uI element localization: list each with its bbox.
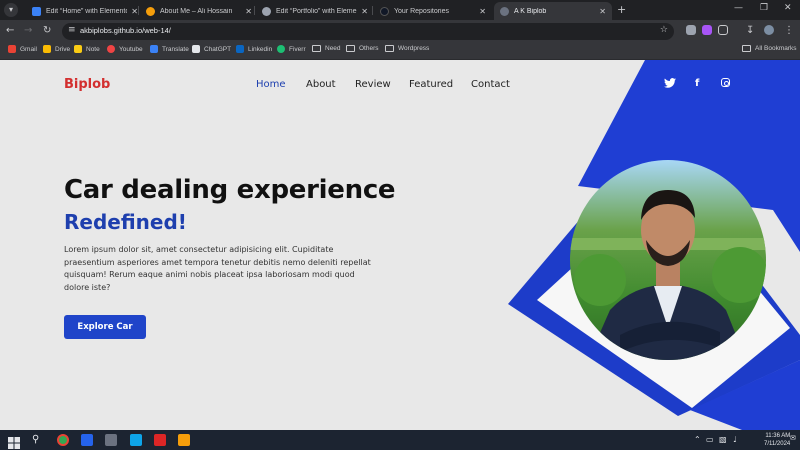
chatgpt-icon [192, 45, 200, 53]
tab-strip: ▾ Edit “Home” with Elementor ✕ About Me … [0, 0, 800, 20]
clock-time: 11:36 AM [765, 433, 791, 439]
new-tab-button[interactable]: + [617, 3, 626, 16]
back-arrow-icon[interactable]: ← [6, 25, 14, 37]
globe-icon [262, 6, 271, 16]
hero-description: Lorem ipsum dolor sit, amet consectetur … [64, 245, 371, 292]
folder-icon [385, 45, 394, 52]
bookmark-gmail[interactable]: Gmail [8, 45, 37, 53]
close-icon[interactable]: ✕ [245, 7, 252, 16]
drive-icon [43, 45, 51, 53]
site-info-icon[interactable]: ≡ [68, 25, 76, 35]
bookmark-note[interactable]: Note [74, 45, 100, 53]
restore-icon[interactable]: ❐ [760, 3, 768, 13]
minimize-icon[interactable]: — [734, 3, 743, 13]
bookmarks-bar: Gmail Drive Note Youtube Translate ChatG… [0, 42, 800, 60]
instagram-icon[interactable] [721, 78, 730, 90]
wordpress-icon [32, 6, 41, 16]
network-icon[interactable]: ▧ [719, 435, 727, 444]
clock-date: 7/11/2024 [764, 441, 791, 447]
extensions-puzzle-icon[interactable] [718, 25, 728, 35]
nav-home[interactable]: Home [256, 79, 286, 90]
menu-dots-icon[interactable]: ⋮ [784, 25, 794, 37]
bookmark-youtube[interactable]: Youtube [107, 45, 143, 53]
tab-edit-home[interactable]: Edit “Home” with Elementor ✕ [26, 2, 144, 20]
close-icon[interactable]: ✕ [479, 7, 486, 16]
search-icon[interactable]: ⚲ [32, 434, 44, 446]
folder-icon [346, 45, 355, 52]
site-logo[interactable]: Biplob [64, 77, 110, 92]
tab-your-repositories[interactable]: Your Repositories ✕ [374, 2, 492, 20]
notification-icon[interactable]: ✉ [790, 434, 796, 442]
tab-search-button[interactable]: ▾ [4, 3, 18, 17]
all-bookmarks[interactable]: All Bookmarks [742, 45, 797, 52]
profile-photo [570, 160, 766, 360]
hero-subtitle: Redefined! [64, 210, 187, 234]
folder-icon [312, 45, 321, 52]
display-icon[interactable]: ▭ [706, 435, 714, 444]
note-icon [74, 45, 82, 53]
bookmark-star-icon[interactable]: ☆ [660, 25, 668, 35]
nav-contact[interactable]: Contact [471, 79, 510, 90]
bookmark-folder-wordpress[interactable]: Wordpress [385, 45, 429, 52]
app-icon[interactable] [130, 434, 142, 446]
nav-review[interactable]: Review [355, 79, 391, 90]
app-icon[interactable] [105, 434, 117, 446]
facebook-icon[interactable]: f [695, 78, 699, 89]
bookmark-folder-others[interactable]: Others [346, 45, 379, 52]
extension-icon[interactable] [702, 25, 712, 35]
extension-icon[interactable] [686, 25, 696, 35]
site-icon [500, 6, 509, 16]
hero-title: Car dealing experience [64, 175, 396, 205]
tab-title: Edit “Home” with Elementor [46, 7, 128, 15]
close-icon[interactable]: ✕ [599, 7, 606, 16]
browser-toolbar: ← → ↻ ≡ akbiplobs.github.io/web-14/ ☆ ↧ … [0, 20, 800, 42]
bookmark-folder-need[interactable]: Need [312, 45, 341, 52]
tab-edit-portfolio[interactable]: Edit “Portfolio” with Elementor ✕ [256, 2, 374, 20]
tab-about-me[interactable]: About Me – Ali Hossain ✕ [140, 2, 258, 20]
tab-title: Your Repositories [394, 7, 449, 15]
tab-ak-biplob[interactable]: A K Biplob ✕ [494, 2, 612, 20]
download-icon[interactable]: ↧ [746, 25, 754, 37]
url-text[interactable]: akbiplobs.github.io/web-14/ [80, 26, 171, 35]
tab-title: About Me – Ali Hossain [160, 7, 233, 15]
close-icon[interactable]: ✕ [361, 7, 368, 16]
bookmark-translate[interactable]: Translate [150, 45, 189, 53]
nav-about[interactable]: About [306, 79, 336, 90]
outlook-icon[interactable] [81, 434, 93, 446]
bookmark-linkedin[interactable]: Linkedin [236, 45, 272, 53]
windows-start-icon[interactable] [8, 434, 20, 449]
bookmark-fiverr[interactable]: Fiverr [277, 45, 306, 53]
profile-avatar[interactable] [764, 25, 774, 35]
address-bar[interactable]: ≡ akbiplobs.github.io/web-14/ ☆ [62, 23, 674, 40]
tab-title: Edit “Portfolio” with Elementor [276, 7, 357, 15]
folder-icon [742, 45, 751, 52]
taskbar-clock[interactable]: 11:36 AM 7/11/2024 [764, 432, 790, 448]
twitter-icon[interactable] [664, 78, 676, 91]
reload-icon[interactable]: ↻ [43, 25, 51, 37]
site-icon [146, 6, 155, 16]
bookmark-chatgpt[interactable]: ChatGPT [192, 45, 231, 53]
nav-featured[interactable]: Featured [409, 79, 453, 90]
explore-car-button[interactable]: Explore Car [64, 315, 146, 339]
volume-icon[interactable]: ♩ [733, 435, 737, 444]
youtube-icon [107, 45, 115, 53]
page-viewport: Biplob Home About Review Featured Contac… [0, 60, 800, 430]
tab-title: A K Biplob [514, 7, 547, 15]
linkedin-icon [236, 45, 244, 53]
chevron-up-icon[interactable]: ⌃ [694, 435, 701, 444]
taskbar: ⚲ ⌃ ▭ ▧ ♩ 11:36 AM 7/11/2024 ✉ [0, 430, 800, 450]
chrome-icon[interactable] [57, 434, 69, 446]
app-icon[interactable] [154, 434, 166, 446]
fiverr-icon [277, 45, 285, 53]
translate-icon [150, 45, 158, 53]
gmail-icon [8, 45, 16, 53]
forward-arrow-icon[interactable]: → [24, 25, 32, 37]
close-window-icon[interactable]: ✕ [784, 3, 792, 13]
github-icon [380, 6, 389, 16]
file-explorer-icon[interactable] [178, 434, 190, 446]
bookmark-drive[interactable]: Drive [43, 45, 70, 53]
close-icon[interactable]: ✕ [131, 7, 138, 16]
